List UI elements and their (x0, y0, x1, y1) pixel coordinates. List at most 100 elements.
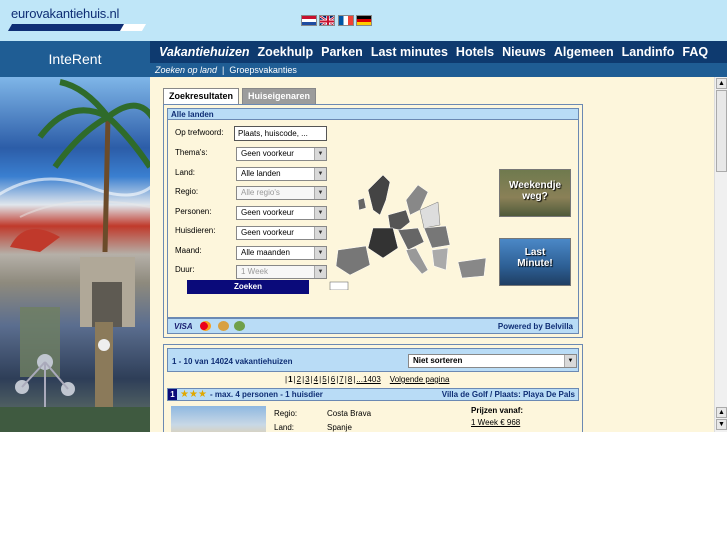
result-number: 1 (168, 389, 177, 400)
holiday-collage-image (0, 77, 150, 432)
scroll-up-arrow-icon[interactable]: ▲ (716, 407, 727, 418)
month-label: Maand: (175, 246, 202, 255)
nav-nieuws[interactable]: Nieuws (502, 45, 546, 59)
star-icon: ★ (180, 389, 189, 400)
region-detail-value: Costa Brava (327, 409, 372, 418)
persons-label: Personen: (175, 207, 212, 216)
map-country[interactable] (397, 227, 425, 251)
mastercard-icon (200, 321, 211, 331)
fr-flag-icon[interactable] (338, 15, 354, 26)
map-country[interactable] (367, 174, 391, 216)
page-link[interactable]: 2 (297, 375, 301, 384)
map-country[interactable] (423, 225, 451, 249)
map-country[interactable] (419, 201, 441, 229)
map-country[interactable] (357, 197, 367, 211)
map-country[interactable] (387, 209, 411, 231)
duration-select-value: 1 Week (241, 267, 268, 276)
themes-select[interactable]: Geen voorkeur ▼ (236, 147, 327, 161)
country-select[interactable]: Alle landen ▼ (236, 167, 327, 181)
country-detail-label: Land: (274, 423, 295, 432)
result-photo[interactable] (171, 406, 266, 432)
scroll-thumb[interactable] (716, 90, 727, 172)
page-link[interactable]: 3 (305, 375, 309, 384)
page-link[interactable]: 1 (288, 375, 292, 384)
nav-faq[interactable]: FAQ (682, 45, 708, 59)
region-detail-label: Regio: (274, 409, 298, 418)
weekend-promo-banner[interactable]: Weekendje weg? (499, 169, 571, 217)
page-link[interactable]: 8 (348, 375, 352, 384)
nl-flag-icon[interactable] (301, 15, 317, 26)
map-inset-box[interactable] (329, 281, 349, 291)
chevron-down-icon: ▼ (314, 266, 326, 278)
visa-icon: VISA (174, 322, 193, 331)
brand-label: InteRent (48, 51, 102, 67)
nav-algemeen[interactable]: Algemeen (554, 45, 614, 59)
chevron-down-icon: ▼ (314, 168, 326, 180)
pagination: | 1 | 2 | 3 | 4 | 5 | 6 | 7 | 8 | ...1403 Volgend… (285, 375, 450, 384)
duration-select[interactable]: 1 Week ▼ (236, 265, 327, 279)
nav-zoekhulp[interactable]: Zoekhulp (258, 45, 314, 59)
persons-select[interactable]: Geen voorkeur ▼ (236, 206, 327, 220)
site-logo[interactable]: eurovakantiehuis.nl (7, 6, 147, 33)
main-nav: Vakantiehuizen Zoekhulp Parken Last minu… (151, 41, 708, 63)
map-country[interactable] (405, 247, 429, 275)
scroll-up-arrow-icon[interactable]: ▲ (716, 78, 727, 89)
map-country[interactable] (431, 247, 449, 271)
next-page-link[interactable]: Volgende pagina (390, 375, 450, 384)
duration-label: Duur: (175, 265, 195, 274)
tab-bar: Zoekresultaten Huiseigenaren (163, 88, 319, 104)
month-select-value: Alle maanden (241, 248, 290, 257)
page-link[interactable]: ...1403 (356, 375, 380, 384)
map-country[interactable] (367, 227, 399, 259)
keyword-label: Op trefwoord: (175, 128, 224, 137)
month-select[interactable]: Alle maanden ▼ (236, 246, 327, 260)
region-select-value: Alle regio's (241, 188, 280, 197)
result-title-link[interactable]: Villa de Golf / Plaats: Playa De Pals (442, 390, 575, 399)
nav-parken[interactable]: Parken (321, 45, 363, 59)
sort-select-value: Niet sorteren (413, 356, 463, 365)
nav-hotels[interactable]: Hotels (456, 45, 494, 59)
de-flag-icon[interactable] (356, 15, 372, 26)
chevron-down-icon: ▼ (314, 227, 326, 239)
scroll-down-arrow-icon[interactable]: ▼ (716, 419, 727, 430)
result-row-header: 1 ★ ★ ★ - max. 4 personen - 1 huisdier V… (167, 388, 579, 401)
page-link[interactable]: 6 (331, 375, 335, 384)
results-panel: 1 - 10 van 14024 vakantiehuizen Niet sor… (163, 344, 583, 432)
chevron-down-icon: ▼ (564, 355, 576, 367)
map-country[interactable] (457, 257, 487, 279)
europe-map[interactable] (328, 170, 488, 291)
payment-icon (218, 321, 229, 331)
themes-label: Thema's: (175, 148, 208, 157)
sort-select[interactable]: Niet sorteren ▼ (408, 354, 577, 368)
nav-landinfo[interactable]: Landinfo (622, 45, 675, 59)
pets-select[interactable]: Geen voorkeur ▼ (236, 226, 327, 240)
page-link[interactable]: 5 (322, 375, 326, 384)
search-button[interactable]: Zoeken (187, 280, 309, 294)
nav-vakantiehuizen[interactable]: Vakantiehuizen (159, 45, 250, 59)
chevron-down-icon: ▼ (314, 207, 326, 219)
brand-logo[interactable]: InteRent (0, 41, 150, 77)
country-label: Land: (175, 168, 196, 177)
subnav-zoeken-op-land[interactable]: Zoeken op land (155, 65, 217, 75)
subnav-groepsvakanties[interactable]: Groepsvakanties (229, 65, 297, 75)
tab-zoekresultaten[interactable]: Zoekresultaten (163, 88, 240, 104)
uk-flag-icon[interactable] (319, 15, 335, 26)
chevron-down-icon: ▼ (314, 247, 326, 259)
page-link[interactable]: 7 (339, 375, 343, 384)
country-detail-value: Spanje (327, 423, 352, 432)
results-header: 1 - 10 van 14024 vakantiehuizen Niet sor… (167, 348, 579, 372)
subnav-separator: | (222, 65, 225, 75)
country-select-value: Alle landen (241, 169, 281, 178)
last-minute-promo-banner[interactable]: Last Minute! (499, 238, 571, 286)
chevron-down-icon: ▼ (314, 187, 326, 199)
page-link[interactable]: 4 (314, 375, 318, 384)
price-link[interactable]: 1 Week € 968 (471, 418, 520, 427)
keyword-input[interactable]: Plaats, huiscode, ... (234, 126, 327, 141)
region-select[interactable]: Alle regio's ▼ (236, 186, 327, 200)
powered-by-text[interactable]: Powered by Belvilla (498, 322, 573, 331)
map-country[interactable] (335, 245, 371, 276)
nav-last-minutes[interactable]: Last minutes (371, 45, 448, 59)
tab-huiseigenaren[interactable]: Huiseigenaren (242, 88, 317, 104)
page-scrollbar[interactable]: ▲ ▲ ▼ (714, 77, 727, 432)
promo-line2: Minute! (517, 258, 553, 269)
